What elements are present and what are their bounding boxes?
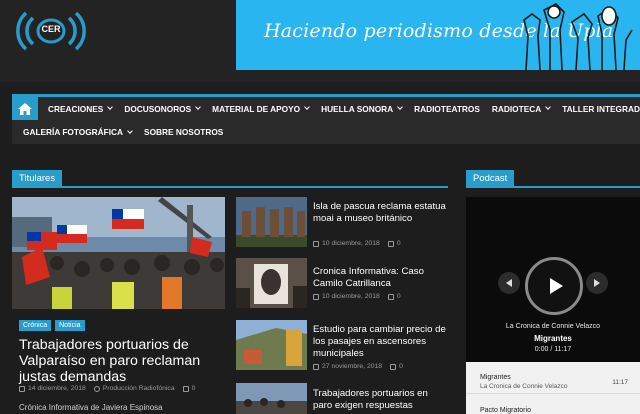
- article-thumbnail-portuarios[interactable]: [236, 383, 307, 414]
- nav-label: SOBRE NOSOTROS: [144, 127, 224, 137]
- chevron-down-icon: [304, 104, 310, 110]
- chevron-down-icon: [127, 127, 133, 134]
- header-banner[interactable]: Haciendo periodismo desde la Upla: [236, 0, 640, 70]
- article-meta: 10 diciembre, 2018 0: [313, 240, 401, 247]
- playlist-item-subtitle: La Cronica de Connie Velazco: [480, 383, 568, 390]
- podcast-author: La Cronica de Connie Velazco: [505, 323, 601, 330]
- hillside-elevator-photo: [236, 320, 307, 370]
- article-meta: 27 noviembre, 2018 0: [313, 363, 403, 370]
- calendar-icon: [313, 293, 319, 300]
- chevron-down-icon: [397, 104, 403, 110]
- article-date[interactable]: 27 noviembre, 2018: [322, 363, 382, 370]
- site-logo[interactable]: CER: [12, 7, 90, 55]
- playlist-item-title: Migrantes: [480, 374, 511, 381]
- comment-icon: [387, 240, 394, 247]
- chevron-down-icon: [107, 104, 114, 110]
- tag-noticia[interactable]: Noticia: [55, 320, 85, 331]
- page: CER Haciendo periodismo desde la Upla CR…: [0, 0, 640, 414]
- feature-author[interactable]: Producción Radiofónica: [103, 385, 175, 392]
- site-header: CER Haciendo periodismo desde la Upla: [0, 0, 640, 82]
- podcast-playlist: Migrantes La Cronica de Connie Velazco 1…: [466, 362, 640, 414]
- playlist-item[interactable]: Pacto Migratorio: [466, 395, 640, 414]
- moai-photo: [236, 197, 307, 247]
- play-icon: [549, 278, 563, 294]
- podcast-track-title: Migrantes: [534, 334, 572, 343]
- nav-item-docusonoros[interactable]: DOCUSONOROS: [118, 104, 206, 114]
- nav-row-secondary: GALERÍA FOTOGRÁFICA SOBRE NOSOTROS: [17, 120, 229, 144]
- user-icon: [93, 385, 100, 392]
- feature-tags: Crónica Noticia: [19, 320, 85, 331]
- section-title-podcast: Podcast: [466, 170, 515, 188]
- feature-meta: 14 diciembre, 2018 Producción Radiofónic…: [19, 385, 195, 392]
- comment-icon: [182, 385, 189, 392]
- nav-item-huella-sonora[interactable]: HUELLA SONORA: [315, 104, 408, 114]
- podcast-time: 0:00 / 11:17: [534, 346, 572, 353]
- tag-cronica[interactable]: Crónica: [19, 320, 52, 331]
- main-navigation: CREACIONES DOCUSONOROS MATERIAL DE APOYO…: [12, 94, 640, 144]
- home-icon: [18, 102, 32, 115]
- nav-item-radioteatros[interactable]: RADIOTEATROS: [408, 104, 486, 114]
- logo-text: CER: [41, 24, 61, 34]
- previous-track-button[interactable]: [498, 272, 520, 294]
- section-title-titulares: Titulares: [12, 170, 63, 188]
- nav-item-sobre-nosotros[interactable]: SOBRE NOSOTROS: [138, 127, 229, 137]
- nav-item-radioteca[interactable]: RADIOTECA: [486, 104, 556, 114]
- nav-label: GALERÍA FOTOGRÁFICA: [23, 127, 124, 137]
- feature-date[interactable]: 14 diciembre, 2018: [28, 385, 86, 392]
- play-button[interactable]: [525, 257, 583, 315]
- calendar-icon: [313, 240, 319, 247]
- article-comments[interactable]: 0: [397, 293, 401, 300]
- home-button[interactable]: [12, 97, 38, 120]
- nav-label: MATERIAL DE APOYO: [212, 103, 301, 114]
- chevron-down-icon: [195, 104, 202, 110]
- playlist-item-duration: 11:17: [612, 379, 628, 386]
- previous-icon: [506, 279, 512, 287]
- article-title[interactable]: Isla de pascua reclama estatua moai a mu…: [313, 201, 448, 225]
- nav-label: CREACIONES: [48, 103, 104, 114]
- feature-excerpt: Crónica Informativa de Javiera Espinosa: [19, 403, 163, 412]
- nav-label: RADIOTECA: [491, 103, 542, 114]
- article-title[interactable]: Trabajadores portuarios en paro exigen r…: [313, 388, 448, 412]
- nav-label: DOCUSONOROS: [124, 103, 192, 114]
- article-title[interactable]: Estudio para cambiar precio de los pasaj…: [313, 324, 448, 360]
- feature-comments[interactable]: 0: [192, 385, 196, 392]
- port-workers-photo: [12, 197, 225, 309]
- nav-item-taller-integrado[interactable]: TALLER INTEGRADO: [556, 104, 640, 114]
- comment-icon: [390, 363, 397, 370]
- nav-item-material-de-apoyo[interactable]: MATERIAL DE APOYO: [206, 104, 315, 114]
- article-date[interactable]: 10 diciembre, 2018: [322, 293, 380, 300]
- titulares-divider: [12, 186, 448, 188]
- nav-label: RADIOTEATROS: [414, 103, 480, 114]
- next-track-button[interactable]: [586, 272, 608, 294]
- article-comments[interactable]: 0: [397, 240, 401, 247]
- next-icon: [594, 279, 600, 287]
- port-crowd-photo: [236, 383, 307, 414]
- article-date[interactable]: 10 diciembre, 2018: [322, 240, 380, 247]
- article-meta: 10 diciembre, 2018 0: [313, 293, 401, 300]
- playlist-item-title: Pacto Migratorio: [480, 407, 531, 414]
- article-thumbnail-ascensores[interactable]: [236, 320, 307, 370]
- playlist-item[interactable]: Migrantes La Cronica de Connie Velazco 1…: [466, 362, 640, 394]
- feature-image[interactable]: [12, 197, 225, 309]
- article-thumbnail-moai[interactable]: [236, 197, 307, 247]
- nav-row-primary: CREACIONES DOCUSONOROS MATERIAL DE APOYO…: [42, 97, 640, 120]
- calendar-icon: [313, 363, 319, 370]
- article-comments[interactable]: 0: [399, 363, 403, 370]
- nav-label: HUELLA SONORA: [321, 103, 394, 114]
- comment-icon: [387, 293, 394, 300]
- raised-fists-icon: [523, 3, 633, 70]
- article-thumbnail-catrillanca[interactable]: [236, 258, 307, 308]
- nav-item-galeria-fotografica[interactable]: GALERÍA FOTOGRÁFICA: [17, 127, 138, 137]
- nav-label: TALLER INTEGRADO: [562, 103, 640, 114]
- nav-item-creaciones[interactable]: CREACIONES: [42, 104, 118, 114]
- chevron-down-icon: [545, 104, 552, 110]
- feature-headline[interactable]: Trabajadores portuarios de Valparaíso en…: [19, 337, 229, 385]
- calendar-icon: [19, 385, 25, 392]
- article-title[interactable]: Cronica Informativa: Caso Camilo Catrill…: [313, 266, 448, 290]
- protest-portrait-photo: [236, 258, 307, 308]
